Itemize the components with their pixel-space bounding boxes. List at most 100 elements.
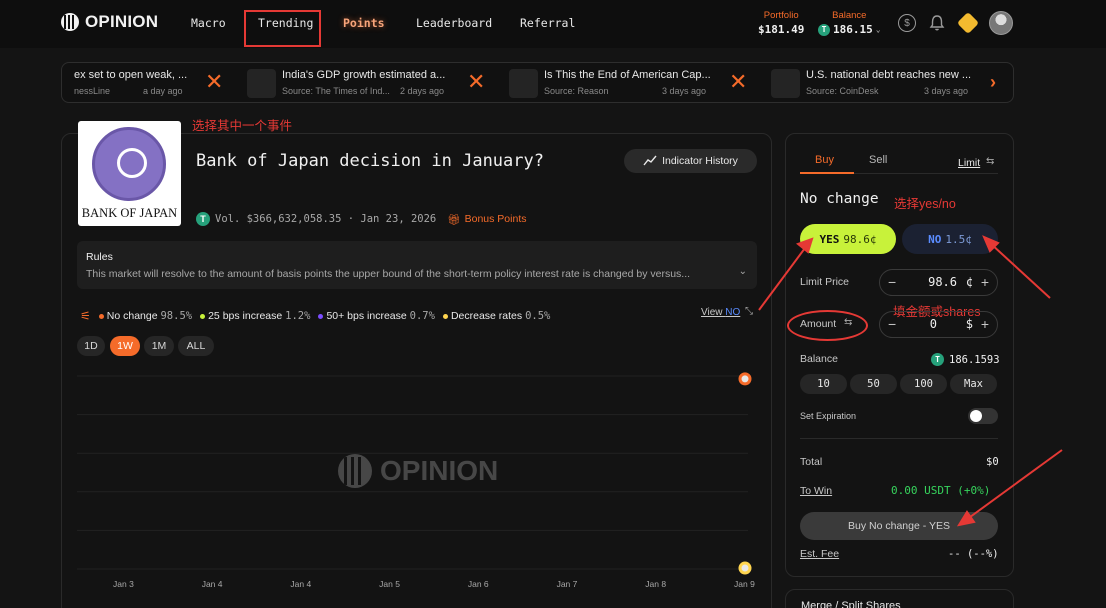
brand-logo[interactable]: OPINION [61,12,158,32]
to-win-label: To Win [800,485,833,497]
news-thumbnail [247,69,276,98]
total-label: Total [800,456,823,468]
order-type-select[interactable]: Limit [958,157,980,169]
legend-item: 50+ bps increase 0.7% [318,310,435,322]
balance-display: T 186.15 ⌄ [818,23,881,36]
rules-text: This market will resolve to the amount o… [86,268,691,280]
legend-item: 25 bps increase 1.2% [200,310,310,322]
indicator-history-button[interactable]: Indicator History [624,149,757,173]
market-meta: T Vol. $366,632,058.35 · Jan 23, 2026 🎁︎… [196,212,526,226]
x-logo-icon: ✕ [729,69,748,94]
filter-sliders-icon[interactable]: ⚟ [80,309,91,323]
legend-pct: 1.2% [285,310,311,322]
legend-dot [98,313,104,319]
nav-points[interactable]: Points [343,16,385,30]
no-label: NO [928,232,942,246]
news-item[interactable]: India's GDP growth estimated a... Source… [247,67,447,100]
range-1d[interactable]: 1D [77,336,105,356]
x-tick-label: Jan 6 [467,579,489,589]
legend-pct: 0.7% [409,310,435,322]
news-item[interactable]: Is This the End of American Cap... Sourc… [509,67,711,100]
news-source: Source: CoinDesk [806,86,879,96]
limit-price-stepper[interactable]: − 98.6 ¢ + [879,269,998,296]
x-tick-label: Jan 8 [645,579,667,589]
balance-stat[interactable]: Balance T 186.15 ⌄ [818,10,881,36]
to-win-value: 0.00 USDT (+0%) [891,484,991,497]
minus-icon[interactable]: − [888,274,896,290]
nav-referral[interactable]: Referral [520,16,575,30]
news-source: Source: Reason [544,86,609,96]
minus-icon[interactable]: − [888,316,896,332]
news-item[interactable]: ex set to open weak, ... nessLine a day … [62,67,192,100]
news-ticker: ex set to open weak, ... nessLine a day … [61,62,1014,103]
balance-label: Balance [832,10,867,21]
limit-price-value[interactable]: 98.6 [928,275,957,289]
chevron-down-icon[interactable]: ⌄ [739,266,747,277]
watermark-text: OPINION [380,455,499,486]
balance-amount: 186.1593 [949,353,1000,366]
swap-icon[interactable]: ⇆ [986,156,994,167]
user-avatar[interactable] [989,11,1013,35]
chevron-down-icon: ⌄ [875,25,881,34]
range-1w[interactable]: 1W [110,336,140,356]
brand-name: OPINION [85,12,159,31]
nav-leaderboard[interactable]: Leaderboard [416,16,492,30]
limit-price-label: Limit Price [800,276,850,288]
expiration-toggle[interactable] [968,408,998,424]
chevron-right-icon[interactable]: › [990,72,996,93]
x-tick-label: Jan 4 [201,579,223,589]
yes-button[interactable]: YES 98.6¢ [800,224,896,254]
news-title: U.S. national debt reaches new ... [806,69,972,81]
quick-amount-100[interactable]: 100 [900,374,947,394]
market-title: Bank of Japan decision in January? [196,151,544,171]
quick-amount-10[interactable]: 10 [800,374,847,394]
annotation-select-event: 选择其中一个事件 [192,119,293,133]
legend-label: Decrease rates [450,310,523,322]
yes-label: YES [819,232,840,246]
news-item[interactable]: U.S. national debt reaches new ... Sourc… [771,67,971,100]
rules-box[interactable]: Rules This market will resolve to the am… [77,241,757,289]
active-tab-indicator [800,172,854,174]
bonus-points[interactable]: 🎁︎ Bonus Points [447,213,526,226]
x-tick-label: Jan 7 [556,579,578,589]
portfolio-label: Portfolio [763,10,799,21]
view-prefix: View [701,307,723,318]
view-no-label: NO [725,307,741,318]
trend-line-icon [643,155,657,166]
usdt-icon: T [818,23,830,36]
tab-sell[interactable]: Sell [869,154,887,166]
legend-pct: 98.5% [160,310,193,322]
news-source: Source: The Times of Ind... [282,86,390,96]
quick-amount-max[interactable]: Max [950,374,997,394]
amount-highlight-circle [787,310,868,341]
annotation-select-yes-no: 选择yes/no [894,197,956,211]
dollar-icon[interactable]: $ [898,14,916,32]
no-price: 1.5¢ [945,232,972,246]
bonus-label: Bonus Points [464,213,527,225]
buy-submit-button[interactable]: Buy No change - YES [800,512,998,540]
amount-value[interactable]: 0 [930,317,937,331]
limit-price-unit: ¢ [965,275,973,289]
portfolio-stat[interactable]: Portfolio $181.49 [758,10,804,36]
news-thumbnail [509,69,538,98]
chart-legend: ⚟ No change 98.5% 25 bps increase 1.2% 5… [80,309,550,323]
expand-icon[interactable]: ⤡ [745,306,753,317]
market-logo-text: BANK OF JAPAN [81,206,178,220]
plus-icon[interactable]: + [981,316,989,332]
bell-icon[interactable] [928,14,946,32]
amount-stepper[interactable]: − 0 $ + [879,311,998,338]
balance-row-label: Balance [800,353,838,365]
news-time: a day ago [143,86,183,96]
market-logo: BANK OF JAPAN [78,121,181,226]
view-no-link[interactable]: View NO [701,307,740,318]
tab-buy[interactable]: Buy [815,154,834,166]
no-button[interactable]: NO 1.5¢ [902,224,998,254]
range-all[interactable]: ALL [178,336,214,356]
quick-amount-50[interactable]: 50 [850,374,897,394]
news-thumbnail [771,69,800,98]
nav-macro[interactable]: Macro [191,16,226,30]
legend-dot [318,313,324,319]
plus-icon[interactable]: + [981,274,989,290]
rules-title: Rules [86,251,113,263]
range-1m[interactable]: 1M [144,336,174,356]
